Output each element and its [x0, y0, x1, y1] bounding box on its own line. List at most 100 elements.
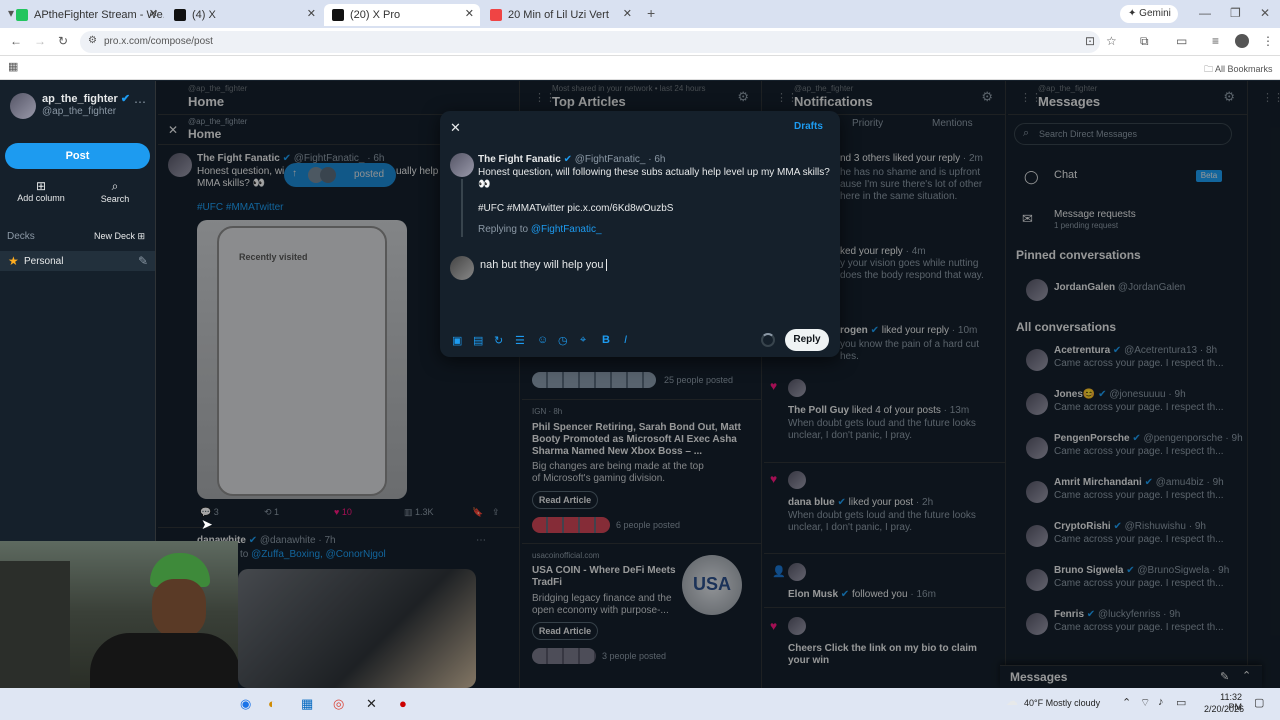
- tab-3-active[interactable]: (20) X Pro ✕: [324, 4, 480, 26]
- all-bookmarks-label: All Bookmarks: [1215, 64, 1273, 74]
- verified-icon: ✔: [563, 154, 572, 165]
- edge-icon[interactable]: ◉: [240, 696, 251, 712]
- mouse-cursor-icon: ➤: [201, 516, 213, 532]
- quoted-text-1: Honest question, will following these su…: [478, 167, 830, 178]
- minimize-icon[interactable]: —: [1199, 6, 1211, 20]
- tab-1[interactable]: APtheFighter Stream - We... ✕: [8, 4, 164, 26]
- account-handle: @ap_the_fighter: [42, 106, 117, 117]
- add-column-icon: ⊞: [35, 179, 47, 193]
- wifi-icon[interactable]: ⌔: [1140, 696, 1150, 710]
- add-column-label: Add column: [17, 193, 65, 203]
- folder-icon: 🗀: [1204, 64, 1216, 74]
- quoted-author: The Fight Fanatic: [478, 154, 561, 165]
- replying-to-link[interactable]: @FightFanatic_: [531, 224, 602, 235]
- tray-chevron-icon[interactable]: ⌃: [1122, 696, 1131, 709]
- face-shape: [152, 579, 206, 637]
- weather-icon: ☁: [1006, 694, 1018, 708]
- quoted-header: The Fight Fanatic ✔ @FightFanatic_ · 6h: [478, 154, 666, 165]
- compose-toolbar: ▣ ▤ ↻ ☰ ☺ ◷ ⌖ B I: [452, 334, 652, 348]
- sidepanel-icon[interactable]: ▭: [1176, 34, 1187, 48]
- search-label: Search: [100, 194, 130, 204]
- back-icon[interactable]: ←: [10, 34, 22, 48]
- italic-icon[interactable]: I: [624, 334, 627, 346]
- deck-item-personal[interactable]: ★ Personal ✎: [0, 251, 155, 271]
- tab-favicon-icon: [16, 9, 28, 21]
- more-icon[interactable]: ⋯: [134, 95, 146, 109]
- location-icon[interactable]: ⌖: [580, 334, 586, 347]
- x-app-icon[interactable]: ✕: [366, 696, 377, 712]
- x-logo-icon: [174, 9, 186, 21]
- drafts-button[interactable]: Drafts: [794, 121, 823, 132]
- grok-icon[interactable]: ↻: [494, 334, 503, 347]
- tab-2[interactable]: (4) X ✕: [166, 4, 322, 26]
- install-icon[interactable]: ⊡: [1085, 34, 1095, 48]
- new-deck-label: New Deck: [94, 231, 136, 241]
- gemini-label: Gemini: [1139, 8, 1171, 19]
- tab-title: APtheFighter Stream - We...: [34, 9, 164, 21]
- reply-compose-modal: ✕ Drafts The Fight Fanatic ✔ @FightFanat…: [440, 111, 840, 357]
- close-icon[interactable]: ✕: [307, 7, 316, 20]
- chrome-icon[interactable]: ◎: [333, 696, 344, 712]
- all-bookmarks[interactable]: 🗀 All Bookmarks: [1204, 62, 1273, 78]
- url-text: pro.x.com/compose/post: [104, 36, 213, 47]
- close-icon[interactable]: ✕: [450, 120, 461, 136]
- close-window-icon[interactable]: ✕: [1260, 6, 1270, 20]
- forward-icon[interactable]: →: [34, 34, 46, 48]
- clock-date[interactable]: 2/20/2026: [1204, 704, 1244, 714]
- quoted-time: 6h: [654, 154, 666, 165]
- volume-icon[interactable]: ♪: [1158, 696, 1164, 708]
- close-icon[interactable]: ✕: [623, 7, 632, 20]
- star-icon: ★: [8, 254, 19, 268]
- edit-icon[interactable]: ✎: [138, 254, 148, 268]
- verified-icon: ✔: [120, 93, 131, 105]
- apps-grid-icon[interactable]: ▦: [8, 60, 18, 73]
- site-info-icon[interactable]: ⚙: [88, 35, 97, 46]
- post-button[interactable]: Post: [5, 143, 150, 169]
- reply-button[interactable]: Reply: [785, 329, 829, 351]
- account-name: ap_the_fighter ✔: [42, 93, 131, 105]
- gemini-icon: ✦: [1128, 8, 1140, 19]
- battery-icon[interactable]: ▭: [1176, 696, 1186, 709]
- notification-center-icon[interactable]: ▢: [1254, 696, 1264, 709]
- schedule-icon[interactable]: ◷: [558, 334, 568, 347]
- store-icon[interactable]: ▦: [301, 696, 313, 712]
- gif-icon[interactable]: ▤: [473, 334, 483, 347]
- tab-title: 20 Min of Lil Uzi Vert: [508, 9, 609, 21]
- emoji-icon[interactable]: ☺: [537, 334, 548, 346]
- tab-title: (4) X: [192, 9, 216, 21]
- profile-avatar[interactable]: [1235, 34, 1249, 48]
- search-icon: ⌕: [111, 179, 119, 193]
- search-button[interactable]: ⌕ Search: [90, 179, 140, 204]
- quoted-text-3: #UFC #MMATwitter pic.x.com/6Kd8wOuzbS: [478, 203, 674, 214]
- close-icon[interactable]: ✕: [149, 7, 158, 20]
- my-avatar: [450, 256, 474, 280]
- menu-icon[interactable]: ⋮: [1262, 34, 1274, 48]
- weather-text[interactable]: 40°F Mostly cloudy: [1024, 698, 1100, 708]
- gemini-button[interactable]: ✦ Gemini: [1120, 5, 1178, 23]
- url-field[interactable]: ⚙ pro.x.com/compose/post: [80, 31, 1100, 53]
- bookmarks-bar: ▦ 🗀 All Bookmarks: [0, 56, 1280, 80]
- account-avatar[interactable]: [10, 93, 36, 119]
- character-count-ring: [761, 333, 775, 347]
- add-column-button[interactable]: ⊞ Add column: [16, 179, 66, 203]
- tab-4[interactable]: 20 Min of Lil Uzi Vert ✕: [482, 4, 638, 26]
- close-icon[interactable]: ✕: [465, 7, 474, 20]
- bold-icon[interactable]: B: [602, 334, 610, 346]
- windows-taskbar: ◉ ◐ ▦ ◎ ✕ ● ☁ 40°F Mostly cloudy ⌃ ⌔ ♪ ▭…: [0, 688, 1280, 720]
- deck-name: Personal: [24, 256, 64, 267]
- new-deck-button[interactable]: New Deck ⊞: [94, 231, 145, 242]
- extensions-icon[interactable]: ⧉: [1140, 34, 1149, 49]
- new-tab-icon[interactable]: +: [647, 5, 655, 21]
- reload-icon[interactable]: ↻: [58, 34, 68, 48]
- youtube-icon: [490, 9, 502, 21]
- thread-line: [461, 179, 463, 237]
- poll-icon[interactable]: ☰: [515, 334, 525, 347]
- image-icon[interactable]: ▣: [452, 334, 462, 347]
- star-icon[interactable]: ☆: [1106, 34, 1117, 48]
- file-explorer-icon[interactable]: ◐: [268, 696, 276, 711]
- obs-icon[interactable]: ●: [399, 696, 407, 711]
- media-icon[interactable]: ≡: [1212, 34, 1219, 48]
- address-bar-row: ← → ↻ ⚙ pro.x.com/compose/post ⊡ ☆ ⧉ ▭ ≡…: [0, 28, 1280, 56]
- restore-icon[interactable]: ❐: [1230, 6, 1241, 20]
- reply-textarea[interactable]: nah but they will help you: [480, 259, 830, 319]
